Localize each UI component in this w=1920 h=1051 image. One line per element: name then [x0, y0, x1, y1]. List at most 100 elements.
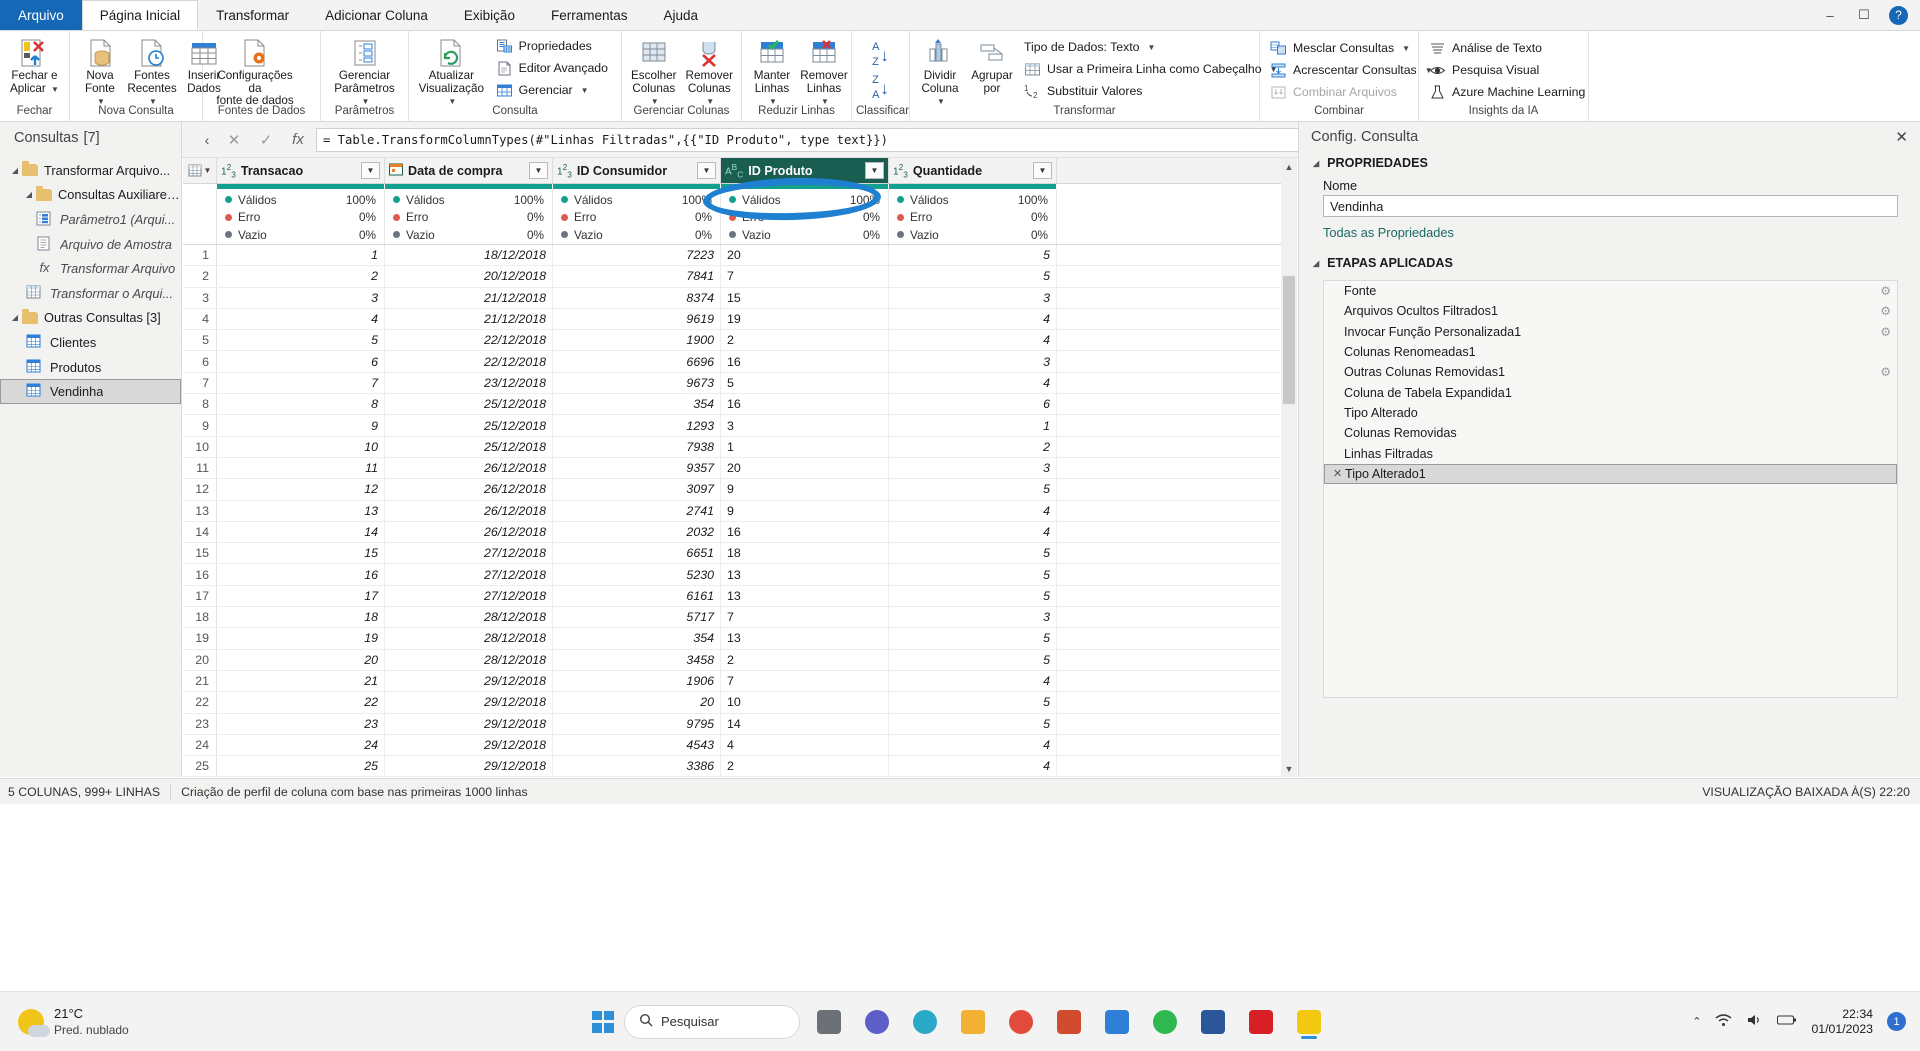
taskbar-app-word[interactable]: [1194, 1003, 1232, 1041]
table-cell-id-consumidor[interactable]: 1906: [553, 670, 721, 692]
table-cell-data-de-compra[interactable]: 27/12/2018: [385, 543, 553, 564]
table-cell-transacao[interactable]: 9: [217, 415, 385, 436]
show-hidden-icons-icon[interactable]: ⌃: [1692, 1015, 1701, 1028]
grid-vertical-scrollbar[interactable]: ▲ ▼: [1281, 158, 1297, 777]
table-cell-id-produto[interactable]: 13: [721, 628, 889, 649]
table-cell-id-consumidor[interactable]: 7841: [553, 266, 721, 287]
group-by-button[interactable]: Agrupar por: [966, 34, 1018, 97]
table-cell-id-consumidor[interactable]: 3458: [553, 649, 721, 670]
table-row[interactable]: 23 23 29/12/2018 9795 14 5: [183, 713, 1297, 735]
table-cell-transacao[interactable]: 4: [217, 308, 385, 330]
table-cell-transacao[interactable]: 24: [217, 734, 385, 756]
table-cell-data-de-compra[interactable]: 20/12/2018: [385, 266, 553, 287]
table-cell-data-de-compra[interactable]: 29/12/2018: [385, 670, 553, 692]
table-cell-quantidade[interactable]: 5: [889, 479, 1057, 500]
column-header-id-consumidor[interactable]: 123 ID Consumidor ▼: [553, 158, 721, 183]
table-cell-id-produto[interactable]: 13: [721, 564, 889, 585]
table-cell-quantidade[interactable]: 5: [889, 649, 1057, 670]
column-header-transacao[interactable]: 123 Transacao ▼: [217, 158, 385, 183]
table-cell-id-produto[interactable]: 20: [721, 457, 889, 479]
weather-widget[interactable]: 21°C Pred. nublado: [0, 1006, 240, 1038]
table-cell-quantidade[interactable]: 4: [889, 330, 1057, 351]
table-row[interactable]: 20 20 28/12/2018 3458 2 5: [183, 649, 1297, 671]
collapse-queries-pane-icon[interactable]: ‹: [196, 132, 218, 148]
table-cell-transacao[interactable]: 25: [217, 756, 385, 777]
table-row[interactable]: 3 3 21/12/2018 8374 15 3: [183, 287, 1297, 309]
table-row[interactable]: 14 14 26/12/2018 2032 16 4: [183, 521, 1297, 544]
table-cell-transacao[interactable]: 21: [217, 670, 385, 692]
taskbar-search[interactable]: Pesquisar: [624, 1004, 800, 1039]
table-row[interactable]: 5 5 22/12/2018 1900 2 4: [183, 330, 1297, 352]
taskbar-app-teams-chat[interactable]: [858, 1003, 896, 1041]
table-cell-id-produto[interactable]: 19: [721, 308, 889, 330]
data-type-dropdown[interactable]: Tipo de Dados: Texto ▼: [1022, 37, 1283, 57]
table-cell-id-consumidor[interactable]: 4543: [553, 734, 721, 756]
table-row[interactable]: 17 17 27/12/2018 6161 13 5: [183, 585, 1297, 608]
table-cell-id-produto[interactable]: 5: [721, 372, 889, 394]
maximize-icon[interactable]: ☐: [1855, 7, 1873, 23]
table-cell-id-consumidor[interactable]: 7938: [553, 436, 721, 457]
query-item-outras-consultas-folder[interactable]: ◢ Outras Consultas [3]: [0, 306, 181, 331]
applied-step-item[interactable]: Fonte ⚙: [1324, 281, 1897, 301]
column-header-data-de-compra[interactable]: Data de compra ▼: [385, 158, 553, 183]
table-row[interactable]: 24 24 29/12/2018 4543 4 4: [183, 734, 1297, 757]
table-cell-id-consumidor[interactable]: 1293: [553, 415, 721, 436]
table-cell-quantidade[interactable]: 4: [889, 308, 1057, 330]
table-cell-id-produto[interactable]: 4: [721, 734, 889, 756]
applied-step-item[interactable]: Arquivos Ocultos Filtrados1 ⚙: [1324, 301, 1897, 321]
tab-ajuda[interactable]: Ajuda: [645, 0, 716, 30]
applied-step-item[interactable]: Tipo Alterado: [1324, 403, 1897, 423]
gear-icon[interactable]: ⚙: [1880, 304, 1891, 318]
table-cell-data-de-compra[interactable]: 21/12/2018: [385, 287, 553, 308]
table-cell-transacao[interactable]: 15: [217, 543, 385, 564]
grid-corner-select-all[interactable]: ▼: [183, 158, 217, 183]
query-item-parametro1[interactable]: Parâmetro1 (Arqui...: [0, 207, 181, 232]
column-header-quantidade[interactable]: 123 Quantidade ▼: [889, 158, 1057, 183]
table-cell-id-produto[interactable]: 15: [721, 287, 889, 308]
table-cell-id-consumidor[interactable]: 6651: [553, 543, 721, 564]
query-item-clientes[interactable]: Clientes: [0, 330, 181, 355]
remove-columns-button[interactable]: Remover Colunas ▼: [682, 34, 738, 111]
table-cell-data-de-compra[interactable]: 29/12/2018: [385, 734, 553, 756]
sort-za-icon[interactable]: Z A ↓: [872, 73, 889, 103]
table-cell-id-produto[interactable]: 9: [721, 479, 889, 500]
table-cell-transacao[interactable]: 3: [217, 287, 385, 308]
table-cell-transacao[interactable]: 1: [217, 245, 385, 266]
table-cell-transacao[interactable]: 7: [217, 372, 385, 394]
choose-columns-button[interactable]: Escolher Colunas ▼: [626, 34, 682, 111]
gear-icon[interactable]: ⚙: [1880, 325, 1891, 339]
table-cell-id-consumidor[interactable]: 6696: [553, 351, 721, 372]
applied-step-item[interactable]: Colunas Renomeadas1: [1324, 342, 1897, 362]
taskbar-app-chrome[interactable]: [1002, 1003, 1040, 1041]
table-cell-data-de-compra[interactable]: 27/12/2018: [385, 564, 553, 585]
table-cell-data-de-compra[interactable]: 28/12/2018: [385, 649, 553, 670]
table-row[interactable]: 25 25 29/12/2018 3386 2 4: [183, 756, 1297, 777]
table-row[interactable]: 12 12 26/12/2018 3097 9 5: [183, 479, 1297, 501]
scrollbar-thumb[interactable]: [1283, 276, 1295, 404]
tab-transformar[interactable]: Transformar: [198, 0, 307, 30]
manage-button[interactable]: Gerenciar ▼: [494, 80, 613, 100]
taskbar-app-task-view[interactable]: [810, 1003, 848, 1041]
remove-rows-button[interactable]: Remover Linhas ▼: [798, 34, 850, 111]
table-cell-id-produto[interactable]: 13: [721, 585, 889, 607]
table-row[interactable]: 16 16 27/12/2018 5230 13 5: [183, 564, 1297, 586]
applied-step-item[interactable]: Colunas Removidas: [1324, 423, 1897, 443]
applied-steps-section-header[interactable]: ◢ ETAPAS APLICADAS: [1299, 252, 1920, 274]
query-name-input[interactable]: Vendinha: [1323, 195, 1898, 217]
table-cell-transacao[interactable]: 11: [217, 457, 385, 479]
taskbar-app-whatsapp[interactable]: [1146, 1003, 1184, 1041]
filter-dropdown-icon[interactable]: ▼: [697, 162, 716, 179]
table-cell-id-consumidor[interactable]: 3386: [553, 756, 721, 777]
table-row[interactable]: 19 19 28/12/2018 354 13 5: [183, 628, 1297, 650]
table-cell-id-produto[interactable]: 20: [721, 245, 889, 266]
split-column-button[interactable]: Dividir Coluna ▼: [914, 34, 966, 111]
keep-rows-button[interactable]: Manter Linhas ▼: [746, 34, 798, 111]
vision-button[interactable]: Pesquisa Visual: [1427, 60, 1590, 80]
table-cell-quantidade[interactable]: 4: [889, 670, 1057, 692]
table-cell-transacao[interactable]: 2: [217, 266, 385, 287]
table-cell-quantidade[interactable]: 2: [889, 436, 1057, 457]
table-cell-data-de-compra[interactable]: 26/12/2018: [385, 521, 553, 543]
sort-buttons[interactable]: A Z ↓ Z A ↓: [855, 34, 907, 105]
table-cell-quantidade[interactable]: 4: [889, 500, 1057, 521]
filter-dropdown-icon[interactable]: ▼: [1033, 162, 1052, 179]
